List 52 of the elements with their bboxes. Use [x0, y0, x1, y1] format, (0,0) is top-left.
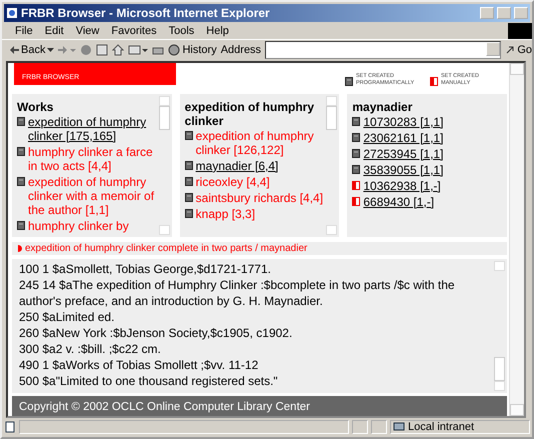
list-link[interactable]: 10362938 [1,-] [363, 178, 441, 193]
marc-field: 300 $a2 v. :$bill. ;$c22 cm. [19, 341, 490, 358]
list-link[interactable]: 23062161 [1,1] [363, 130, 444, 145]
address-label: Address [220, 44, 262, 56]
panel-title: expedition of humphry clinker [184, 100, 316, 128]
caret-icon [47, 48, 54, 52]
marc-field: 490 1 $aWorks of Tobias Smollett ;$vv. 11-12 [19, 357, 490, 374]
scrollbar[interactable] [494, 261, 505, 392]
stop-icon[interactable] [80, 44, 92, 56]
list-link[interactable]: 35839055 [1,1] [363, 162, 444, 177]
list-link[interactable]: maynadier [6,4] [196, 158, 278, 173]
menu-item[interactable]: Tools [164, 24, 200, 36]
page-scrollbar[interactable] [509, 63, 524, 416]
menu-item[interactable]: Favorites [106, 24, 162, 36]
zone-label: Local intranet [408, 421, 474, 433]
close-button[interactable] [514, 7, 528, 19]
panel-title: Works [17, 100, 54, 114]
back-arrow-icon [10, 46, 19, 54]
list-link[interactable]: 10730283 [1,1] [363, 114, 444, 129]
status-pane [371, 420, 387, 434]
marc-field: 500 $a"Limited to one thousand registered sets." [19, 373, 490, 390]
marc-field: 100 1 $aSmollett, Tobias George,$d1721-1771. [19, 261, 490, 278]
maximize-button[interactable] [497, 7, 511, 19]
go-button[interactable]: Go [505, 44, 532, 56]
scrollbar[interactable] [158, 96, 170, 236]
panel-title: maynadier [352, 100, 414, 114]
back-button[interactable]: Back [10, 44, 54, 56]
forward-arrow-icon[interactable] [58, 46, 76, 54]
page-icon [4, 421, 16, 433]
list-link[interactable]: 6689430 [1,-] [363, 194, 434, 209]
scrollbar[interactable] [326, 96, 338, 236]
marc-field: 245 14 $aThe expedition of Humphry Clinker :$bcomplete in two parts /$c with the author's preface, and an introduction by G. H. Maynadier. [19, 277, 490, 310]
window-title: FRBR Browser - Microsoft Internet Explorer [21, 6, 271, 20]
list-link[interactable]: 27253945 [1,1] [363, 146, 444, 161]
menu-item[interactable]: Help [201, 24, 234, 36]
marc-field: 260 $aNew York :$bJenson Society,$c1905, c1902. [19, 325, 490, 342]
intranet-icon [393, 421, 405, 433]
minimize-button[interactable] [480, 7, 494, 19]
copyright-footer: Copyright © 2002 OCLC Online Computer Library Center [12, 396, 507, 416]
address-field[interactable] [265, 40, 502, 58]
status-pane [352, 420, 368, 434]
list-link[interactable]: expedition of humphry clinker [175,165] [28, 114, 156, 143]
menu-item[interactable]: Edit [40, 24, 69, 36]
marc-field: 250 $aLimited ed. [19, 309, 490, 326]
browser-icon [6, 7, 18, 19]
history-button[interactable]: History [168, 44, 217, 56]
home-icon[interactable] [112, 44, 124, 56]
bullet-icon [18, 245, 22, 252]
go-arrow-icon [505, 44, 516, 54]
menu-item[interactable]: File [10, 24, 38, 36]
menu-item[interactable]: View [70, 24, 104, 36]
mail-icon[interactable] [128, 44, 148, 56]
